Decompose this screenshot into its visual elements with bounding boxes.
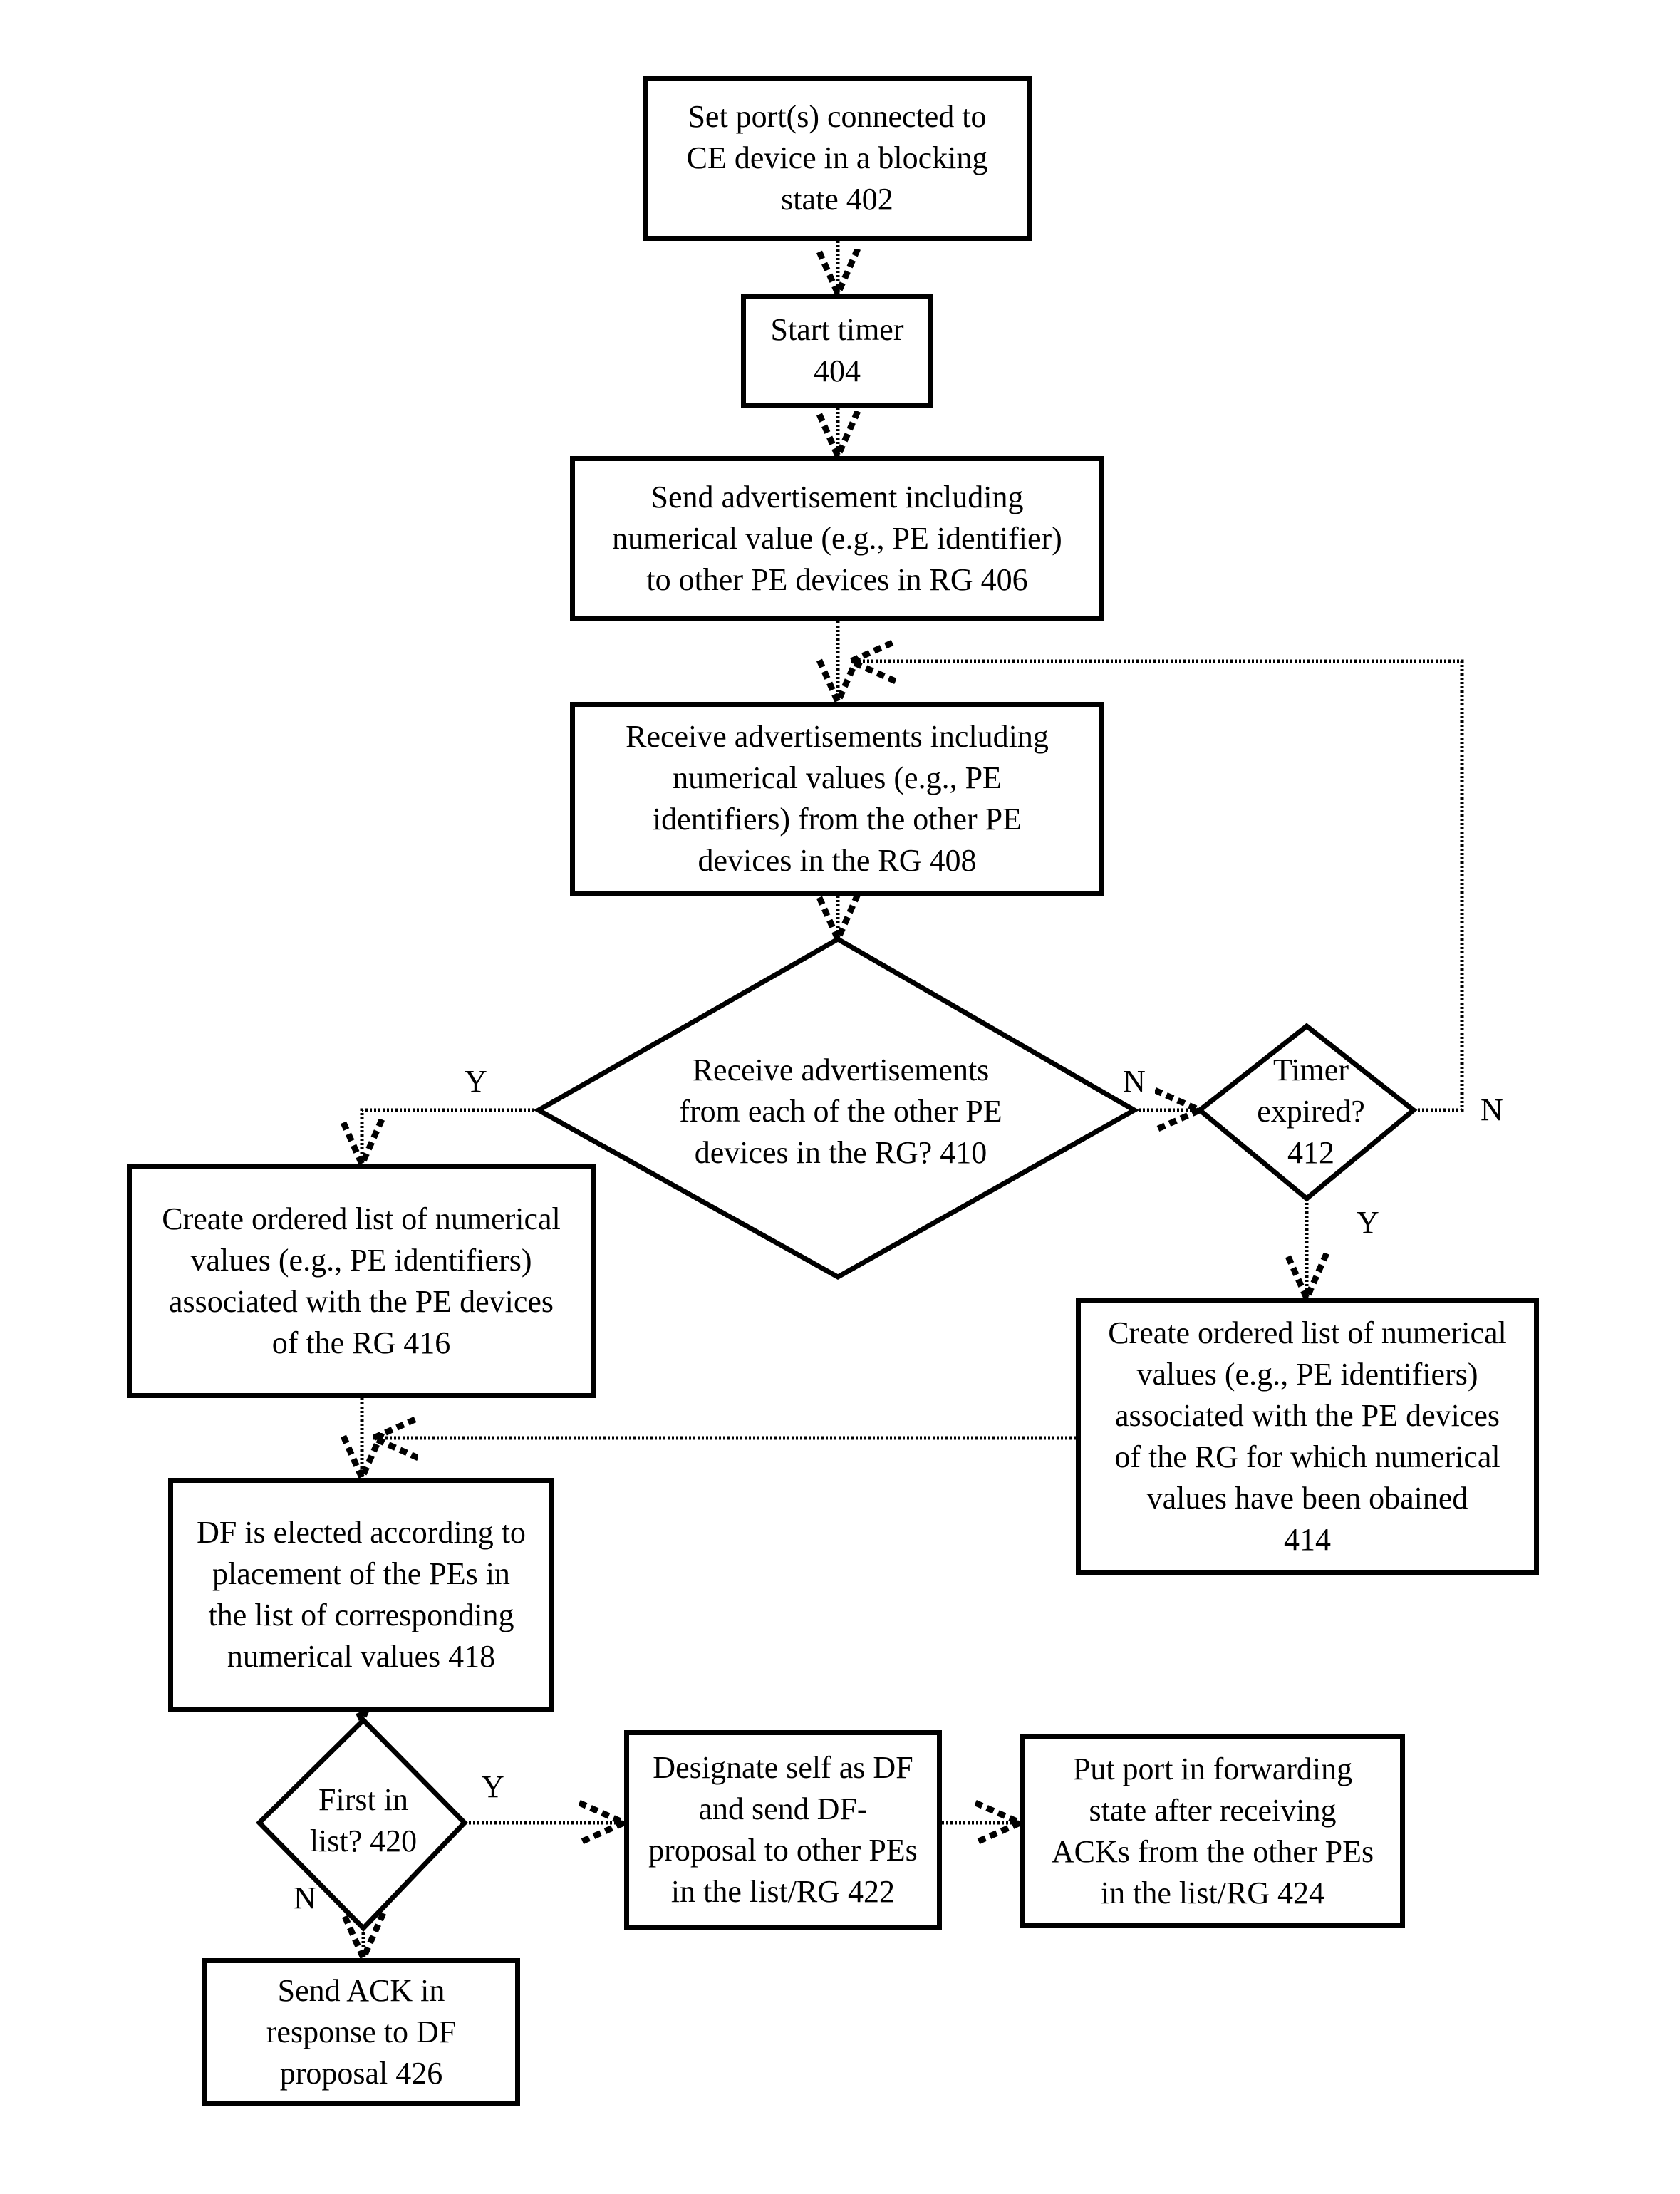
step-424-text: Put port in forwarding state after recei… bbox=[1051, 1751, 1374, 1910]
step-408-box: Receive advertisements including numeric… bbox=[570, 702, 1104, 896]
step-414-box: Create ordered list of numerical values … bbox=[1076, 1298, 1539, 1575]
decision-420-text-box: First in list? 420 bbox=[271, 1767, 456, 1874]
step-404-box: Start timer 404 bbox=[741, 294, 933, 408]
step-418-box: DF is elected according to placement of … bbox=[168, 1478, 554, 1712]
decision-412-text-box: Timer expired? 412 bbox=[1225, 1040, 1396, 1183]
step-402-box: Set port(s) connected to CE device in a … bbox=[643, 76, 1032, 241]
label-410-no: N bbox=[1123, 1064, 1146, 1099]
edge-410-416-yes bbox=[362, 1108, 539, 1164]
step-414-text: Create ordered list of numerical values … bbox=[1108, 1315, 1507, 1557]
label-420-yes: Y bbox=[482, 1769, 504, 1804]
step-406-box: Send advertisement including numerical v… bbox=[570, 456, 1104, 621]
step-426-text: Send ACK in response to DF proposal 426 bbox=[266, 1973, 457, 2091]
label-420-no: N bbox=[294, 1880, 316, 1915]
step-404-text: Start timer 404 bbox=[770, 312, 904, 388]
step-422-box: Designate self as DF and send DF- propos… bbox=[624, 1730, 942, 1930]
step-418-text: DF is elected according to placement of … bbox=[197, 1515, 526, 1674]
step-416-text: Create ordered list of numerical values … bbox=[162, 1201, 561, 1360]
step-406-text: Send advertisement including numerical v… bbox=[612, 480, 1062, 597]
step-402-text: Set port(s) connected to CE device in a … bbox=[686, 99, 988, 217]
step-424-box: Put port in forwarding state after recei… bbox=[1020, 1734, 1405, 1928]
step-408-text: Receive advertisements including numeric… bbox=[626, 719, 1049, 878]
label-412-yes: Y bbox=[1357, 1205, 1379, 1240]
step-416-box: Create ordered list of numerical values … bbox=[127, 1164, 596, 1398]
step-422-text: Designate self as DF and send DF- propos… bbox=[648, 1750, 918, 1909]
label-410-yes: Y bbox=[465, 1064, 487, 1099]
decision-410-text: Receive advertisements from each of the … bbox=[679, 1052, 1002, 1170]
decision-412-text: Timer expired? 412 bbox=[1257, 1052, 1365, 1170]
label-412-no: N bbox=[1481, 1092, 1503, 1127]
decision-420-text: First in list? 420 bbox=[309, 1782, 418, 1858]
step-426-box: Send ACK in response to DF proposal 426 bbox=[202, 1958, 520, 2106]
decision-410-text-box: Receive advertisements from each of the … bbox=[613, 1040, 1069, 1183]
